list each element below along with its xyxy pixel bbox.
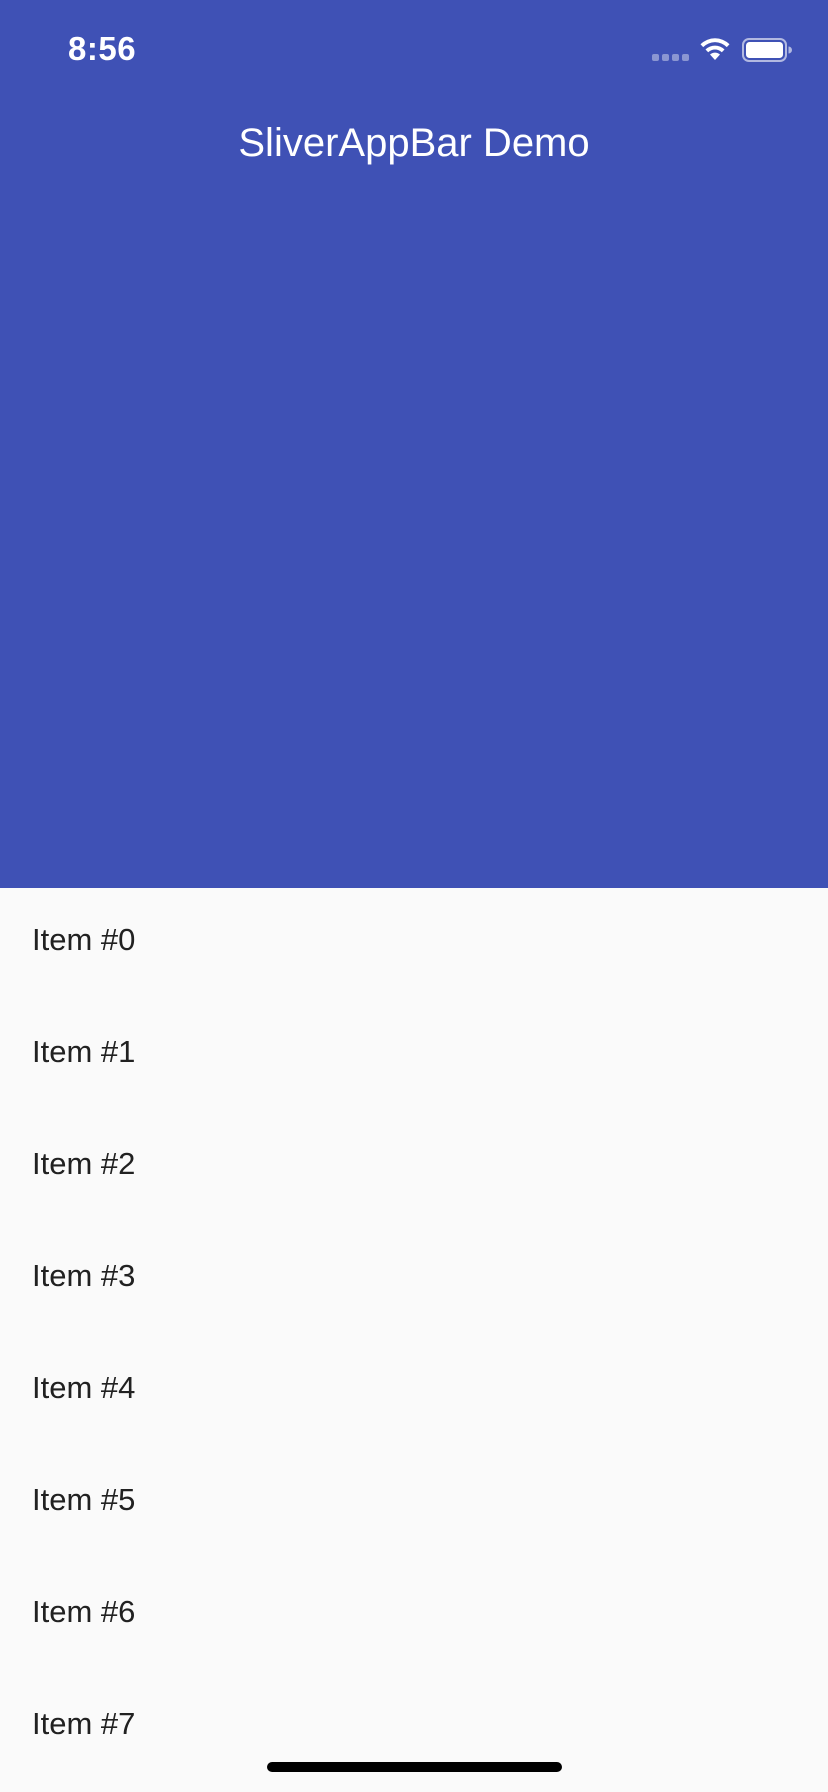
status-bar: 8:56 [0, 0, 828, 100]
list-item[interactable]: Item #0 [0, 888, 828, 1000]
status-time: 8:56 [68, 30, 137, 67]
item-list[interactable]: Item #0 Item #1 Item #2 Item #3 Item #4 … [0, 888, 828, 1784]
list-item[interactable]: Item #3 [0, 1224, 828, 1336]
sliver-app-bar: 8:56 SliverAppBar Demo [0, 0, 828, 888]
list-item-label: Item #3 [32, 1258, 136, 1293]
list-item[interactable]: Item #2 [0, 1112, 828, 1224]
list-item[interactable]: Item #5 [0, 1448, 828, 1560]
list-item-label: Item #2 [32, 1146, 136, 1181]
battery-icon [742, 38, 792, 62]
wifi-icon [700, 38, 730, 60]
list-item[interactable]: Item #6 [0, 1560, 828, 1672]
list-item-label: Item #7 [32, 1706, 136, 1741]
list-item-label: Item #1 [32, 1034, 136, 1069]
list-item-label: Item #5 [32, 1482, 136, 1517]
list-item-label: Item #4 [32, 1370, 136, 1405]
list-item-label: Item #0 [32, 922, 136, 957]
list-item[interactable]: Item #4 [0, 1336, 828, 1448]
cellular-signal-icon [652, 54, 690, 62]
app-bar-title: SliverAppBar Demo [238, 121, 590, 165]
home-indicator[interactable] [267, 1762, 562, 1772]
list-item-label: Item #6 [32, 1594, 136, 1629]
list-item[interactable]: Item #1 [0, 1000, 828, 1112]
